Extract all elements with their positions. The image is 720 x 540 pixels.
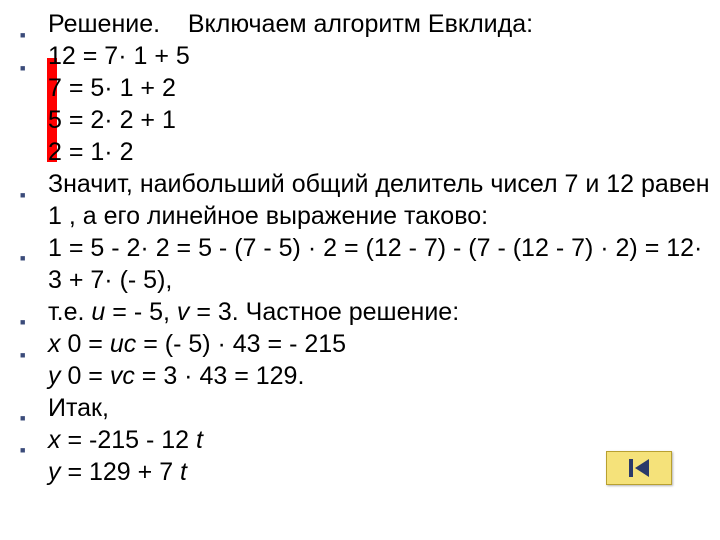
var-x: x bbox=[48, 426, 61, 454]
line-euclid-1: 12 = 7· 1 + 5 bbox=[48, 40, 710, 72]
line-euclid-2: 7 = 5· 1 + 2 bbox=[48, 72, 710, 104]
line-euclid-4: 2 = 1· 2 bbox=[48, 136, 710, 168]
text: 0 = bbox=[61, 330, 110, 358]
var-uc: uc bbox=[110, 330, 136, 358]
text: т.е. bbox=[48, 298, 91, 326]
line-linear-expression: 1 = 5 - 2· 2 = 5 - (7 - 5) · 2 = (12 - 7… bbox=[48, 232, 710, 296]
var-y: y bbox=[48, 458, 61, 486]
text: = (- 5) · 43 = - 215 bbox=[136, 330, 346, 358]
var-u: u bbox=[91, 298, 105, 326]
var-x: x bbox=[48, 330, 61, 358]
var-t: t bbox=[180, 458, 187, 486]
var-vc: vc bbox=[110, 362, 135, 390]
line-y0: y 0 = vc = 3 · 43 = 129. bbox=[48, 360, 710, 392]
line-x0: x 0 = uc = (- 5) · 43 = - 215 bbox=[48, 328, 710, 360]
line-y-general: y = 129 + 7 t bbox=[48, 456, 710, 488]
line-euclid-3: 5 = 2· 2 + 1 bbox=[48, 104, 710, 136]
line-x-general: x = -215 - 12 t bbox=[48, 424, 710, 456]
text: 0 = bbox=[61, 362, 110, 390]
line-so: Итак, bbox=[48, 392, 710, 424]
var-t: t bbox=[196, 426, 203, 454]
text: = 3 · 43 = 129. bbox=[135, 362, 305, 390]
line-uv-values: т.е. u = - 5, v = 3. Частное решение: bbox=[48, 296, 710, 328]
slide-content: Решение. Включаем алгоритм Евклида: 12 =… bbox=[0, 0, 720, 498]
text: = - 5, bbox=[105, 298, 177, 326]
var-v: v bbox=[177, 298, 190, 326]
text: = -215 - 12 bbox=[61, 426, 197, 454]
line-solution-title: Решение. Включаем алгоритм Евклида: bbox=[48, 8, 710, 40]
text: = 3. Частное решение: bbox=[189, 298, 459, 326]
text: = 129 + 7 bbox=[61, 458, 181, 486]
line-gcd-statement: Значит, наибольший общий делитель чисел … bbox=[48, 168, 710, 232]
var-y: y bbox=[48, 362, 61, 390]
